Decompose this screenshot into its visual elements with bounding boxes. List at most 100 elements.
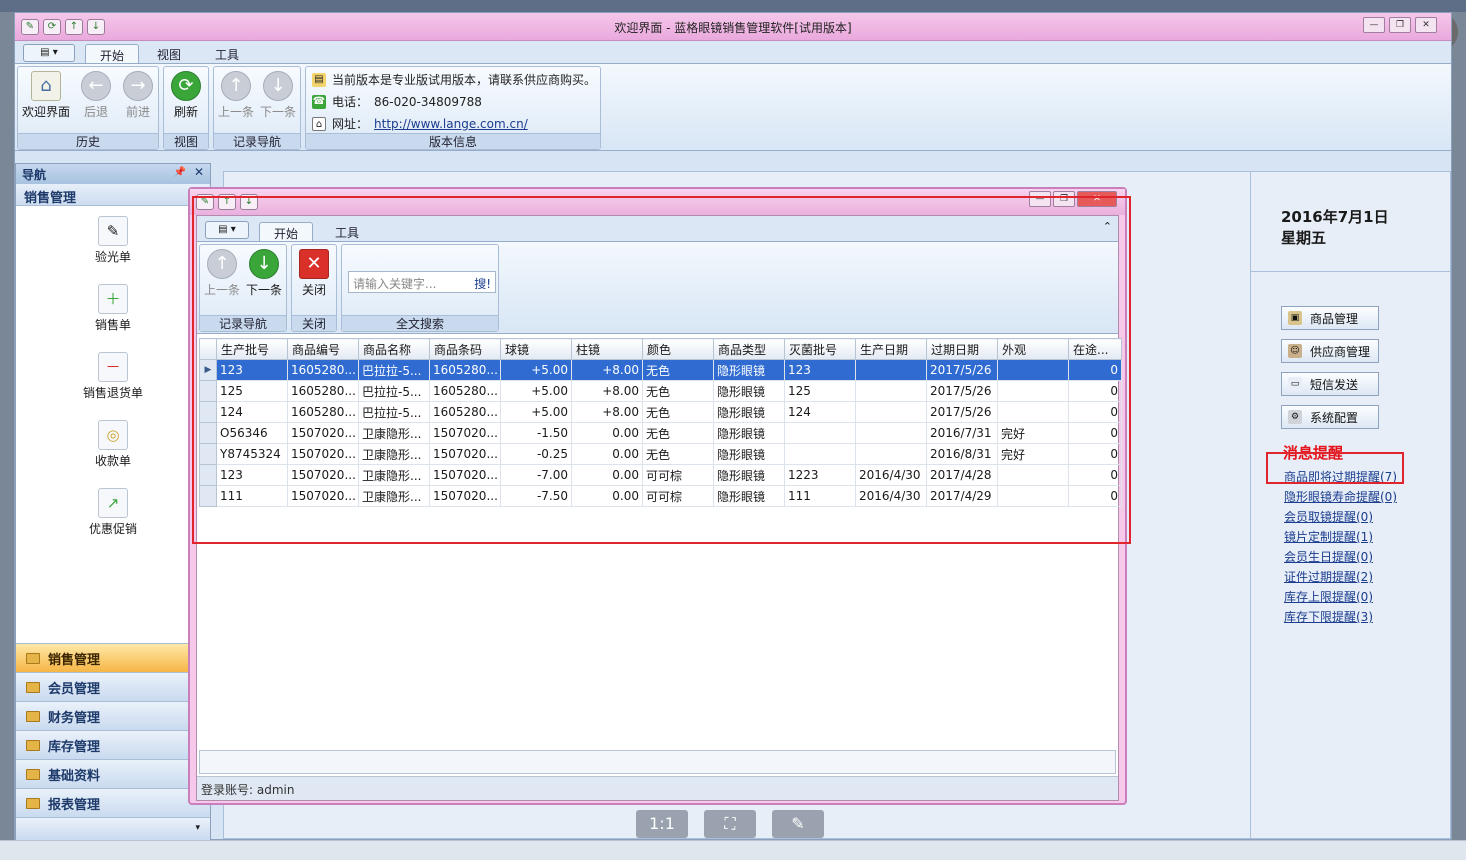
nav-section-members[interactable]: 会员管理: [16, 672, 210, 701]
table-cell[interactable]: 巴拉拉-5...: [358, 401, 430, 423]
table-row[interactable]: 111 1507020... 卫康隐形... 1507020... -7.50 0.00 可…: [199, 485, 1122, 507]
search-button[interactable]: 搜!: [474, 275, 491, 292]
table-cell[interactable]: 1223: [784, 464, 856, 486]
edit-image-icon[interactable]: ✎: [772, 810, 824, 838]
reminder-stock-lower[interactable]: 库存下限提醒(3): [1284, 608, 1373, 625]
table-cell[interactable]: 0: [1068, 401, 1122, 423]
column-header[interactable]: 生产批号: [216, 338, 288, 360]
minimize-button[interactable]: —: [1363, 17, 1385, 33]
restore-button[interactable]: ❐: [1389, 17, 1411, 33]
table-cell[interactable]: 123: [216, 464, 288, 486]
table-cell[interactable]: [997, 359, 1069, 381]
table-cell[interactable]: +5.00: [500, 401, 572, 423]
table-cell[interactable]: 124: [784, 401, 856, 423]
column-header[interactable]: 柱镜: [571, 338, 643, 360]
nav-section-inventory[interactable]: 库存管理: [16, 730, 210, 759]
table-cell[interactable]: 1605280...: [429, 401, 501, 423]
table-cell[interactable]: 完好: [997, 422, 1069, 444]
table-cell[interactable]: 卫康隐形...: [358, 485, 430, 507]
child-close-action-button[interactable]: ✕ 关闭: [292, 247, 336, 298]
nav-section-finance[interactable]: 财务管理: [16, 701, 210, 730]
row-indicator[interactable]: [199, 422, 217, 444]
column-header[interactable]: 在途...: [1068, 338, 1122, 360]
fit-screen-icon[interactable]: ⛶: [704, 810, 756, 838]
pin-icon[interactable]: 📌: [174, 167, 186, 178]
table-cell[interactable]: 隐形眼镜: [713, 359, 785, 381]
sms-send-button[interactable]: ▭ 短信发送: [1281, 372, 1379, 396]
table-cell[interactable]: [855, 380, 927, 402]
table-cell[interactable]: 可可棕: [642, 485, 714, 507]
table-cell[interactable]: [855, 401, 927, 423]
table-row[interactable]: ▶ 123 1605280... 巴拉拉-5... 1605280... +5.00 +8.…: [199, 359, 1122, 381]
table-cell[interactable]: 1507020...: [429, 464, 501, 486]
nav-item-sales-order[interactable]: ＋ 销售单: [63, 284, 163, 333]
table-cell[interactable]: 111: [784, 485, 856, 507]
table-cell[interactable]: [855, 359, 927, 381]
table-cell[interactable]: 125: [216, 380, 288, 402]
table-cell[interactable]: 0: [1068, 359, 1122, 381]
table-cell[interactable]: -7.00: [500, 464, 572, 486]
close-button[interactable]: ✕: [1415, 17, 1437, 33]
table-cell[interactable]: 1507020...: [287, 443, 359, 465]
table-cell[interactable]: 隐形眼镜: [713, 464, 785, 486]
table-cell[interactable]: 1507020...: [429, 443, 501, 465]
supplier-management-button[interactable]: ☺ 供应商管理: [1281, 339, 1379, 363]
child-prev-button[interactable]: ↑ 上一条: [200, 247, 244, 298]
reminder-contact-lens-life[interactable]: 隐形眼镜寿命提醒(0): [1284, 488, 1397, 505]
table-cell[interactable]: [997, 464, 1069, 486]
table-cell[interactable]: 0: [1068, 485, 1122, 507]
app-menu-button[interactable]: ▤ ▾: [23, 44, 75, 62]
table-cell[interactable]: 2017/5/26: [926, 380, 998, 402]
table-cell[interactable]: 123: [784, 359, 856, 381]
table-cell[interactable]: 巴拉拉-5...: [358, 380, 430, 402]
child-tab-tools[interactable]: 工具: [321, 222, 373, 241]
column-header[interactable]: 灭菌批号: [784, 338, 856, 360]
table-cell[interactable]: 0: [1068, 380, 1122, 402]
table-cell[interactable]: [855, 422, 927, 444]
table-cell[interactable]: 125: [784, 380, 856, 402]
row-indicator[interactable]: [199, 380, 217, 402]
table-cell[interactable]: 1605280...: [287, 359, 359, 381]
table-cell[interactable]: 卫康隐形...: [358, 464, 430, 486]
table-cell[interactable]: +5.00: [500, 359, 572, 381]
tab-tools[interactable]: 工具: [201, 44, 253, 63]
nav-close-icon[interactable]: ✕: [194, 165, 204, 179]
table-cell[interactable]: 1605280...: [287, 380, 359, 402]
table-row[interactable]: Y8745324 1507020... 卫康隐形... 1507020... -0.25…: [199, 443, 1122, 465]
welcome-button[interactable]: ⌂ 欢迎界面: [20, 69, 72, 120]
table-cell[interactable]: [997, 485, 1069, 507]
table-cell[interactable]: 123: [216, 359, 288, 381]
table-row[interactable]: 123 1507020... 卫康隐形... 1507020... -7.00 0.00 可…: [199, 464, 1122, 486]
site-link[interactable]: http://www.lange.com.cn/: [374, 117, 528, 131]
table-cell[interactable]: 无色: [642, 422, 714, 444]
refresh-button[interactable]: ⟳ 刷新: [164, 69, 208, 120]
table-cell[interactable]: 无色: [642, 443, 714, 465]
reminder-lens-custom[interactable]: 镜片定制提醒(1): [1284, 528, 1373, 545]
prev-record-button[interactable]: ↑ 上一条: [214, 69, 258, 120]
table-cell[interactable]: 0: [1068, 464, 1122, 486]
row-indicator[interactable]: [199, 464, 217, 486]
child-tab-start[interactable]: 开始: [259, 222, 314, 241]
table-cell[interactable]: 可可棕: [642, 464, 714, 486]
table-cell[interactable]: Y8745324: [216, 443, 288, 465]
table-cell[interactable]: 卫康隐形...: [358, 422, 430, 444]
table-cell[interactable]: 124: [216, 401, 288, 423]
table-cell[interactable]: 0.00: [571, 485, 643, 507]
child-restore-button[interactable]: ❐: [1053, 191, 1075, 207]
nav-expand-chevron-icon[interactable]: ▾: [16, 817, 210, 841]
table-cell[interactable]: 1605280...: [429, 359, 501, 381]
table-cell[interactable]: 1507020...: [429, 485, 501, 507]
table-cell[interactable]: 1605280...: [287, 401, 359, 423]
forward-button[interactable]: → 前进: [116, 69, 160, 120]
reminder-certificate-expiry[interactable]: 证件过期提醒(2): [1284, 568, 1373, 585]
system-config-button[interactable]: ⚙ 系统配置: [1281, 405, 1379, 429]
nav-item-optometry[interactable]: ✎ 验光单: [63, 216, 163, 265]
table-cell[interactable]: +8.00: [571, 380, 643, 402]
back-button[interactable]: ← 后退: [74, 69, 118, 120]
table-cell[interactable]: -1.50: [500, 422, 572, 444]
table-cell[interactable]: 1605280...: [429, 380, 501, 402]
table-cell[interactable]: 0: [1068, 443, 1122, 465]
child-down-icon[interactable]: ↓: [240, 194, 258, 210]
product-management-button[interactable]: ▣ 商品管理: [1281, 306, 1379, 330]
column-header[interactable]: 颜色: [642, 338, 714, 360]
